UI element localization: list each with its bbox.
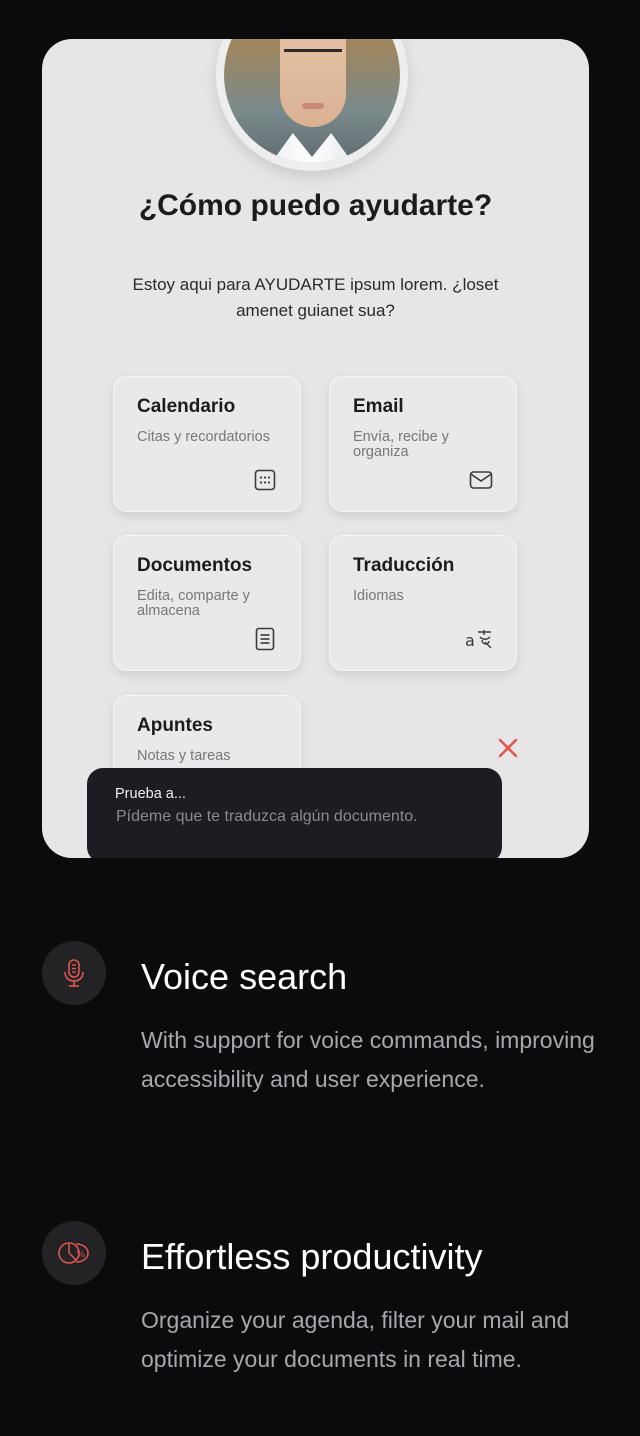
feature-title: Effortless productivity xyxy=(141,1236,483,1277)
card-title: Calendario xyxy=(137,396,236,417)
card-description: Envía, recibe y organiza xyxy=(353,429,449,460)
card-description: Notas y tareas xyxy=(137,748,231,764)
card-calendario[interactable]: Calendario Citas y recordatorios xyxy=(113,376,301,512)
feature-title: Voice search xyxy=(141,956,348,997)
card-title: Apuntes xyxy=(137,715,213,736)
card-description: Edita, comparte y almacena xyxy=(137,588,250,619)
prompt-label: Prueba a... xyxy=(115,786,186,802)
card-title: Traducción xyxy=(353,555,455,576)
feature-icon-productivity: % xyxy=(42,1221,106,1285)
card-title: Documentos xyxy=(137,555,253,576)
mail-icon xyxy=(469,471,493,489)
productivity-icon: % xyxy=(58,1242,89,1264)
card-title: Email xyxy=(353,396,404,417)
assistant-preview: ¿Cómo puedo ayudarte? Estoy aqui para AY… xyxy=(42,39,589,858)
card-documentos[interactable]: Documentos Edita, comparte y almacena xyxy=(113,535,301,671)
assistant-title: ¿Cómo puedo ayudarte? xyxy=(138,189,493,222)
calendar-icon xyxy=(254,469,276,491)
assistant-avatar xyxy=(216,39,408,171)
feature-icon-voice xyxy=(42,941,106,1005)
feature-description: Organize your agenda, filter your mail a… xyxy=(141,1307,570,1372)
card-traduccion[interactable]: Traducción Idiomas a xyxy=(329,535,517,671)
translate-icon: a xyxy=(465,630,492,650)
document-icon xyxy=(255,627,275,651)
microphone-icon xyxy=(64,959,84,987)
avatar-photo xyxy=(224,39,400,163)
feature-description: With support for voice commands, improvi… xyxy=(141,1027,595,1092)
prompt-text: Pídeme que te traduzca algún documento. xyxy=(116,808,418,825)
card-description: Citas y recordatorios xyxy=(137,429,270,445)
card-description: Idiomas xyxy=(353,588,404,604)
card-email[interactable]: Email Envía, recibe y organiza xyxy=(329,376,517,512)
assistant-subtitle: Estoy aqui para AYUDARTE ipsum lorem. ¿l… xyxy=(132,275,499,320)
svg-text:%: % xyxy=(77,1250,86,1260)
prompt-suggestion[interactable]: Prueba a... Pídeme que te traduzca algún… xyxy=(87,768,502,858)
close-icon[interactable] xyxy=(496,736,520,760)
svg-text:a: a xyxy=(465,631,475,650)
